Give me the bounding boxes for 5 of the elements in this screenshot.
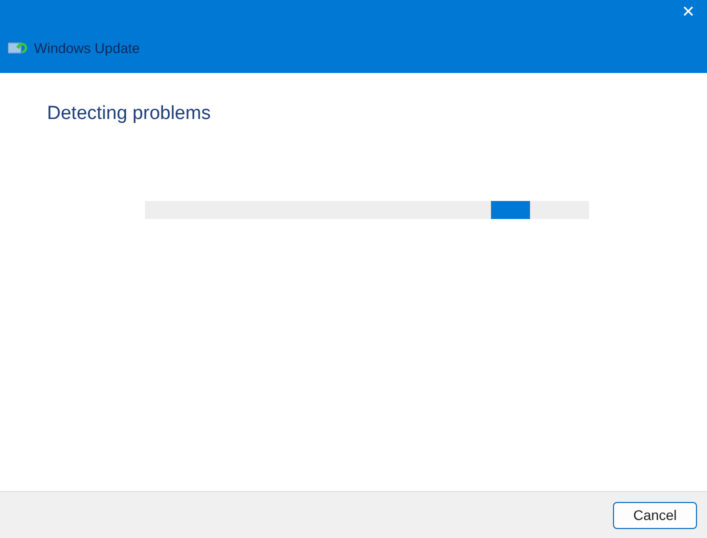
heading: Detecting problems	[47, 103, 212, 125]
cancel-button[interactable]: Cancel	[613, 502, 697, 528]
update-icon	[8, 41, 28, 55]
window-title: Windows Update	[34, 40, 140, 56]
close-button[interactable]: ✕	[680, 2, 697, 21]
